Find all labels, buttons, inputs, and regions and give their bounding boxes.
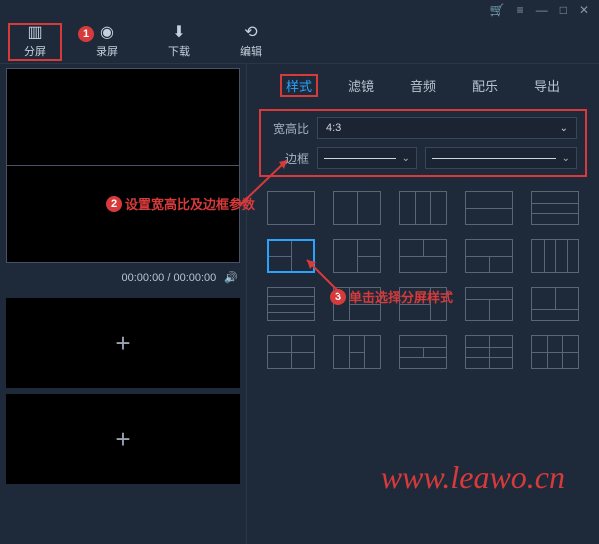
layout-19[interactable]	[465, 335, 513, 369]
layout-grid	[257, 185, 589, 375]
add-slot[interactable]: +	[6, 298, 240, 388]
border-label: 边框	[269, 150, 309, 167]
tab-filter[interactable]: 滤镜	[342, 74, 380, 97]
tool-label: 编辑	[240, 43, 262, 59]
tool-label: 录屏	[96, 43, 118, 59]
layout-9[interactable]	[465, 239, 513, 273]
tab-audio[interactable]: 音频	[404, 74, 442, 97]
tab-export[interactable]: 导出	[528, 74, 566, 97]
tool-label: 分屏	[24, 43, 46, 59]
layout-18[interactable]	[399, 335, 447, 369]
line-preview	[432, 158, 556, 159]
annotation-text: 设置宽高比及边框参数	[125, 194, 255, 213]
layout-3[interactable]	[399, 191, 447, 225]
tool-split[interactable]: ▥ 分屏	[8, 23, 62, 61]
annotation-3: 3 单击选择分屏样式	[330, 287, 453, 306]
layout-10[interactable]	[531, 239, 579, 273]
chevron-down-icon: ⌄	[560, 123, 568, 134]
preview-slot[interactable]	[7, 166, 239, 262]
toolbar: ▥ 分屏 ◉ 录屏 ⬇ 下载 ⟲ 编辑 1	[0, 20, 599, 64]
layout-4[interactable]	[465, 191, 513, 225]
list-icon[interactable]: ≡	[517, 3, 524, 17]
tab-style[interactable]: 样式	[280, 74, 318, 97]
edit-icon: ⟲	[244, 25, 257, 41]
layout-7[interactable]	[333, 239, 381, 273]
line-preview	[324, 158, 396, 159]
split-icon: ▥	[27, 25, 42, 41]
tab-music[interactable]: 配乐	[466, 74, 504, 97]
annotation-2: 2 设置宽高比及边框参数	[106, 194, 255, 213]
annotation-badge-3: 3	[330, 289, 346, 305]
layout-5[interactable]	[531, 191, 579, 225]
timebar: 00:00:00 / 00:00:00 🔊	[6, 267, 240, 294]
left-panel: 00:00:00 / 00:00:00 🔊 + +	[0, 64, 247, 544]
titlebar: 🛒 ≡ — □ ✕	[0, 0, 599, 20]
ratio-row: 宽高比 4:3 ⌄	[269, 117, 577, 139]
ratio-select[interactable]: 4:3 ⌄	[317, 117, 577, 139]
ratio-label: 宽高比	[269, 120, 309, 137]
preview-area[interactable]	[6, 68, 240, 263]
tabs: 样式 滤镜 音频 配乐 导出	[257, 70, 589, 105]
close-button[interactable]: ✕	[579, 3, 589, 17]
tool-download[interactable]: ⬇ 下载	[152, 23, 206, 61]
layout-14[interactable]	[465, 287, 513, 321]
layout-15[interactable]	[531, 287, 579, 321]
add-slot[interactable]: +	[6, 394, 240, 484]
watermark: www.leawo.cn	[381, 459, 565, 496]
record-icon: ◉	[100, 25, 114, 41]
annotation-badge-1: 1	[78, 26, 94, 42]
chevron-down-icon: ⌄	[562, 153, 570, 164]
maximize-button[interactable]: □	[560, 3, 567, 17]
tool-edit[interactable]: ⟲ 编辑	[224, 23, 278, 61]
layout-16[interactable]	[267, 335, 315, 369]
layout-17[interactable]	[333, 335, 381, 369]
ratio-value: 4:3	[326, 122, 341, 134]
preview-slot[interactable]	[7, 69, 239, 166]
minimize-button[interactable]: —	[536, 3, 548, 17]
annotation-badge-2: 2	[106, 196, 122, 212]
add-zone: + +	[6, 298, 240, 484]
border-width-select[interactable]: ⌄	[317, 147, 417, 169]
time-display: 00:00:00 / 00:00:00	[121, 272, 216, 284]
layout-11[interactable]	[267, 287, 315, 321]
border-style-select[interactable]: ⌄	[425, 147, 577, 169]
layout-8[interactable]	[399, 239, 447, 273]
volume-icon[interactable]: 🔊	[224, 271, 238, 284]
border-row: 边框 ⌄ ⌄	[269, 147, 577, 169]
tool-label: 下载	[168, 43, 190, 59]
main: 00:00:00 / 00:00:00 🔊 + + 样式 滤镜 音频 配乐 导出…	[0, 64, 599, 544]
options-box: 宽高比 4:3 ⌄ 边框 ⌄ ⌄	[259, 109, 587, 177]
layout-2[interactable]	[333, 191, 381, 225]
cart-icon[interactable]: 🛒	[490, 3, 505, 17]
layout-6[interactable]	[267, 239, 315, 273]
annotation-text: 单击选择分屏样式	[349, 287, 453, 306]
layout-20[interactable]	[531, 335, 579, 369]
download-icon: ⬇	[172, 25, 185, 41]
layout-1[interactable]	[267, 191, 315, 225]
chevron-down-icon: ⌄	[402, 153, 410, 164]
